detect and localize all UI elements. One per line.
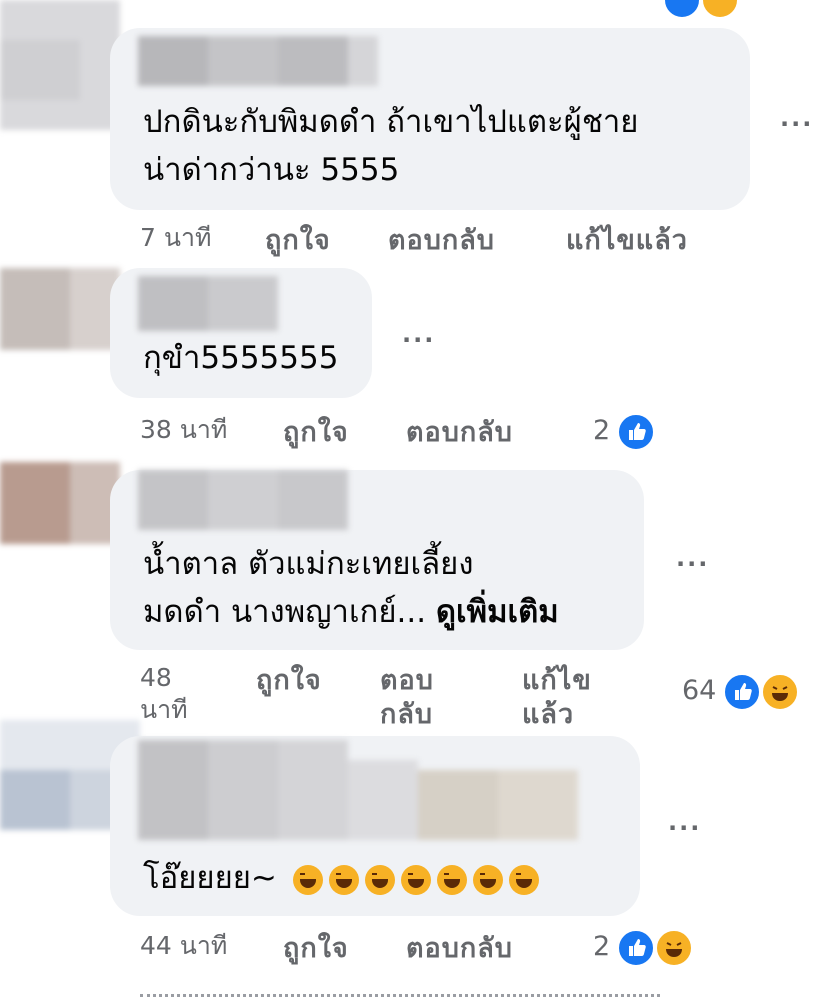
comment-time[interactable]: 48 นาที xyxy=(140,662,188,726)
laughing-emoji xyxy=(436,864,467,895)
comment-line-1-text: โอ๊ยยยย~ xyxy=(143,860,277,896)
comment-line-1: น้ำตาล ตัวแม่กะเทยเลี้ยง xyxy=(143,546,474,582)
see-more-link[interactable]: ดูเพิ่มเติม xyxy=(436,594,559,630)
edited-label[interactable]: แก้ไข แล้ว xyxy=(522,664,592,732)
like-button[interactable]: ถูกใจ xyxy=(265,224,331,258)
comment-time[interactable]: 44 นาที xyxy=(140,930,227,962)
comment-line-1: โอ๊ยยยย~ xyxy=(143,852,545,904)
more-options-button[interactable]: ··· xyxy=(780,112,813,136)
laughing-emoji xyxy=(508,864,539,895)
haha-reaction-icon xyxy=(760,672,800,712)
comment-line-2-text: มดดำ นางพญาเกย์... xyxy=(143,594,427,630)
laughing-emoji xyxy=(364,864,395,895)
comment-time[interactable]: 7 นาที xyxy=(140,222,211,254)
reaction-count[interactable]: 64 xyxy=(682,674,716,708)
like-button[interactable]: ถูกใจ xyxy=(283,416,349,450)
comment-time[interactable]: 38 นาที xyxy=(140,414,227,446)
avatar-blurred xyxy=(0,462,120,544)
comment-time-value: 48 xyxy=(140,663,172,692)
more-options-button[interactable]: ··· xyxy=(668,816,701,840)
commenter-name-blurred xyxy=(138,276,278,331)
more-options-button[interactable]: ··· xyxy=(402,328,435,352)
edited-line-2: แล้ว xyxy=(522,699,575,730)
like-button[interactable]: ถูกใจ xyxy=(283,932,349,966)
like-icon xyxy=(662,0,702,20)
more-options-button[interactable]: ··· xyxy=(676,552,709,576)
commenter-name-blurred xyxy=(138,740,588,840)
top-cut-action-row xyxy=(280,0,289,9)
edited-line-1: แก้ไข xyxy=(522,665,592,696)
reply-button[interactable]: ตอบกลับ xyxy=(406,416,513,450)
like-reaction-icon xyxy=(616,928,656,968)
reply-line-1: ตอบ xyxy=(380,665,434,696)
laughing-emoji xyxy=(400,864,431,895)
reply-button[interactable]: ตอบกลับ xyxy=(406,932,513,966)
like-reaction-icon xyxy=(616,412,656,452)
laughing-emoji xyxy=(292,864,323,895)
haha-emoji-group xyxy=(292,860,545,896)
laughing-emoji xyxy=(472,864,503,895)
laughing-emoji xyxy=(328,864,359,895)
commenter-name-blurred xyxy=(138,36,378,86)
like-button[interactable]: ถูกใจ xyxy=(256,664,322,698)
reaction-count[interactable]: 2 xyxy=(593,414,610,448)
reply-button[interactable]: ตอบกลับ xyxy=(388,224,495,258)
comment-time-unit: นาที xyxy=(140,695,188,724)
commenter-name-blurred xyxy=(138,470,348,530)
cut-text xyxy=(280,0,289,9)
haha-icon xyxy=(700,0,740,20)
comment-line-1: กุขำ5555555 xyxy=(143,340,339,376)
reply-button[interactable]: ตอบ กลับ xyxy=(380,664,434,732)
comment-line-2: มดดำ นางพญาเกย์... ดูเพิ่มเติม xyxy=(143,586,559,638)
edited-label[interactable]: แก้ไขแล้ว xyxy=(566,224,688,258)
like-reaction-icon xyxy=(722,672,762,712)
haha-reaction-icon xyxy=(654,928,694,968)
bottom-cut-row xyxy=(140,994,780,1006)
avatar-blurred xyxy=(0,268,120,350)
comment-line-1: ปกดินะกับพิมดดำ ถ้าเขาไปแตะผู้ชาย xyxy=(143,104,639,140)
comment-line-2: น่าด่ากว่านะ 5555 xyxy=(143,152,400,188)
avatar-blurred xyxy=(0,0,120,130)
reaction-count[interactable]: 2 xyxy=(593,930,610,964)
reply-line-2: กลับ xyxy=(380,699,434,730)
